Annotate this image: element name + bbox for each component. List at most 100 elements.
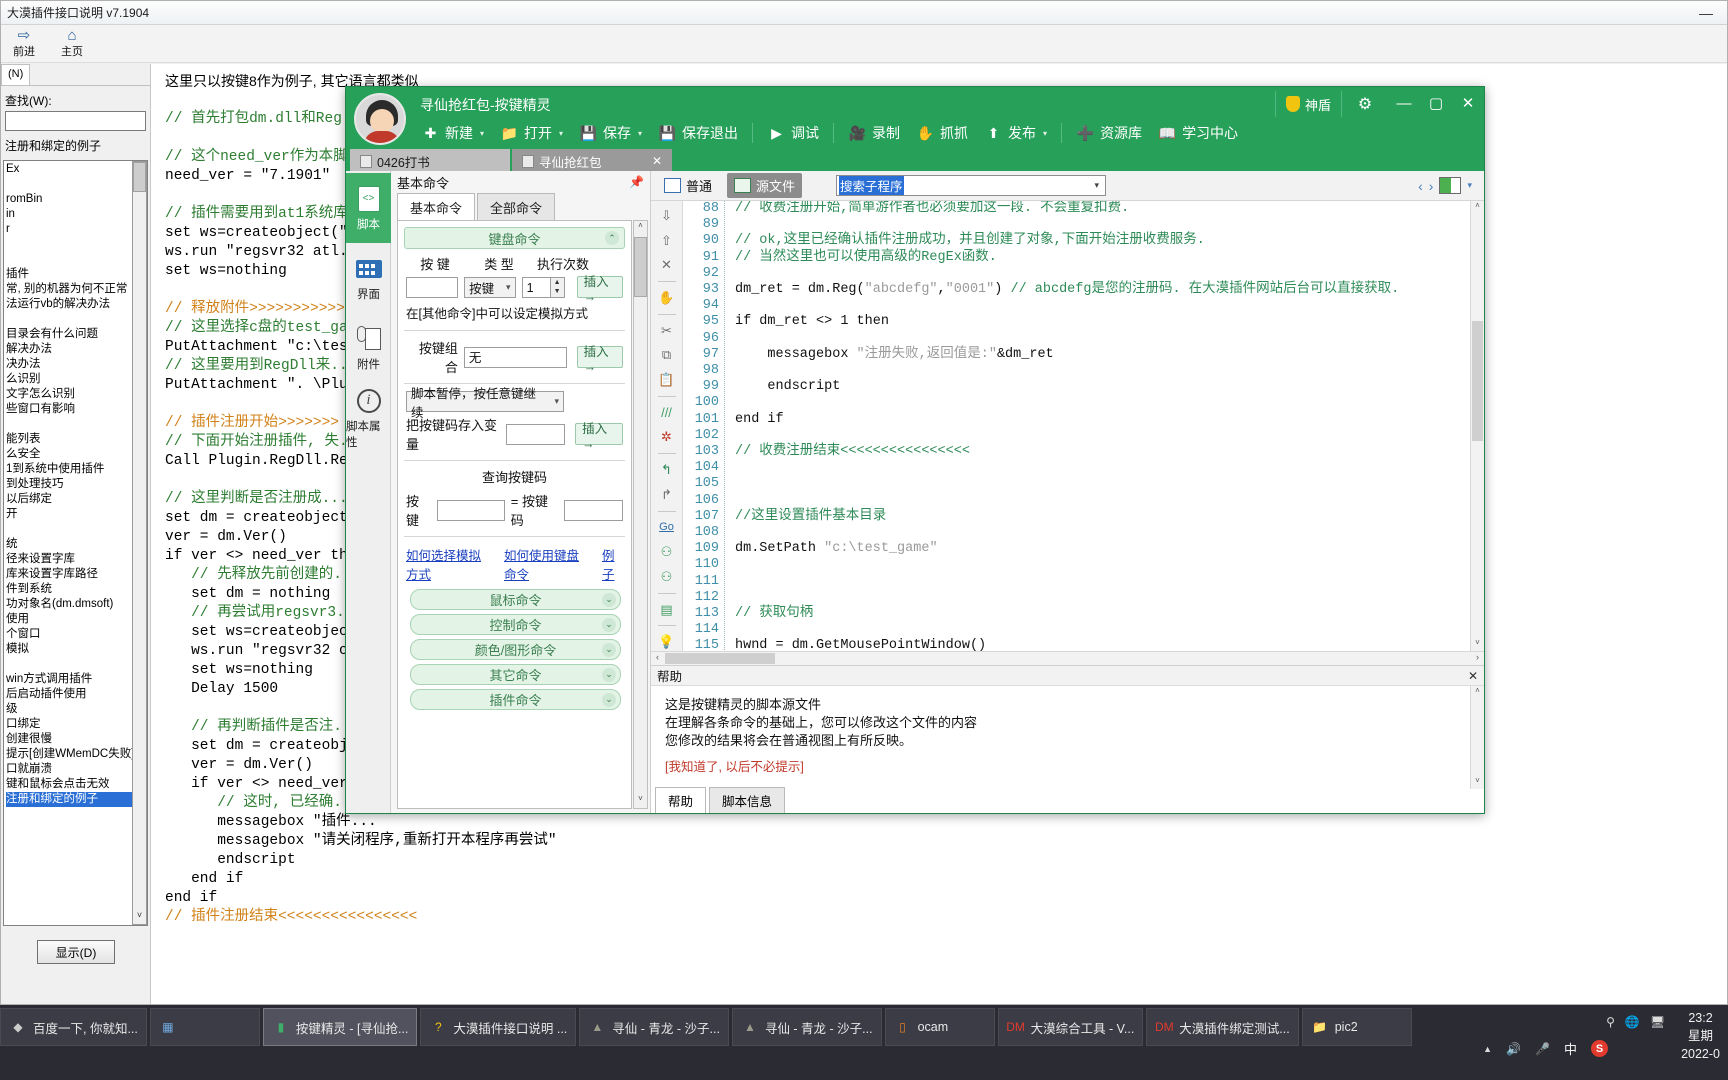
hand-icon[interactable]: ✋ — [656, 289, 678, 307]
code-line[interactable]: // 收费注册开始,简单游作者也必须要加这一段. 不会重复扣费. — [735, 201, 1399, 217]
list-item[interactable]: 注册和绑定的例子 — [6, 792, 145, 807]
chm-search-input[interactable] — [5, 111, 146, 131]
tab-basic-commands[interactable]: 基本命令 — [397, 193, 476, 222]
close-icon[interactable]: ✕ — [1468, 669, 1478, 683]
chm-minimize-button[interactable]: — — [1691, 5, 1721, 21]
insert-pause-button[interactable]: 插入→ — [575, 422, 623, 451]
sidebar-item-script[interactable]: <> 脚本 — [346, 173, 391, 243]
taskbar-item[interactable]: 📁 pic2 — [1301, 1008, 1412, 1046]
list-item[interactable]: 目录会有什么问题 — [6, 327, 145, 342]
view-tab-normal[interactable]: 普通 — [657, 173, 719, 198]
close-icon[interactable]: ✕ — [638, 154, 662, 168]
sogou-ime-icon[interactable]: S — [1591, 1040, 1608, 1057]
taskbar-item[interactable]: ▲ 寻仙 - 青龙 - 沙子... — [731, 1008, 882, 1046]
keyboard-command-group[interactable]: 键盘命令 ⌃ — [404, 227, 625, 249]
taskbar-item[interactable]: DM 大漠综合工具 - V... — [997, 1008, 1144, 1046]
code-line[interactable] — [735, 395, 1399, 411]
list-item[interactable] — [6, 252, 145, 267]
tab-script-info[interactable]: 脚本信息 — [709, 787, 786, 813]
find-next-icon[interactable]: ⚇ — [656, 568, 678, 586]
list-item[interactable]: 统 — [6, 537, 145, 552]
sidebar-item-attachment[interactable]: 附件 — [346, 313, 391, 383]
link-example[interactable]: 例子 — [602, 545, 623, 583]
ime-indicator[interactable]: 中 — [1564, 1039, 1577, 1058]
list-item[interactable] — [6, 237, 145, 252]
usb-icon[interactable]: ⚲ — [1606, 1015, 1615, 1029]
code-line[interactable]: // 获取句柄 — [735, 606, 1399, 622]
query-keycode-output[interactable] — [564, 499, 623, 521]
list-item[interactable] — [6, 177, 145, 192]
chevron-down-icon[interactable]: ˅ — [133, 910, 146, 924]
command-category-button[interactable]: 控制命令 ⌄ — [410, 614, 621, 635]
list-item[interactable]: 库来设置字库路径 — [6, 567, 145, 582]
list-item[interactable]: 模拟 — [6, 642, 145, 657]
query-key-input[interactable] — [436, 499, 505, 521]
close-button[interactable]: ✕ — [1452, 87, 1484, 121]
resource-library-button[interactable]: ➕ 资源库 — [1069, 119, 1149, 147]
chevron-right-icon[interactable]: › — [1471, 652, 1484, 662]
list-item[interactable]: 创建很慢 — [6, 732, 145, 747]
search-subroutine-combo[interactable]: 搜索子程序 ▾ — [836, 175, 1107, 196]
chevron-down-icon[interactable]: ⌄ — [602, 642, 616, 657]
code-line[interactable] — [735, 493, 1399, 509]
insert-combo-button[interactable]: 插入→ — [576, 345, 623, 374]
list-item[interactable]: 口绑定 — [6, 717, 145, 732]
list-item[interactable]: 么安全 — [6, 447, 145, 462]
tab-all-commands[interactable]: 全部命令 — [477, 193, 556, 222]
redo-icon[interactable]: ↱ — [656, 486, 678, 504]
gear-icon[interactable]: ⚙ — [1342, 94, 1388, 114]
network-globe-icon[interactable]: 🌐 — [1625, 1015, 1640, 1029]
minimize-button[interactable]: — — [1388, 87, 1420, 121]
taskbar-item[interactable]: ▮ 按键精灵 - [寻仙抢... — [262, 1008, 418, 1046]
document-tab[interactable]: 0426打书 — [350, 149, 510, 173]
list-item[interactable]: win方式调用插件 — [6, 672, 145, 687]
pause-select[interactable]: 脚本暂停，按任意键继续 ▾ — [406, 387, 564, 420]
microphone-icon[interactable]: 🎤 — [1535, 1042, 1550, 1056]
code-text[interactable]: // 收费注册开始,简单游作者也必须要加这一段. 不会重复扣费. // ok,这… — [725, 201, 1399, 651]
stepper-down-icon[interactable]: ▼ — [551, 287, 564, 297]
list-item[interactable]: 级 — [6, 702, 145, 717]
code-line[interactable] — [735, 363, 1399, 379]
list-item[interactable]: 个窗口 — [6, 627, 145, 642]
chevron-down-icon[interactable]: ▾ — [1467, 180, 1472, 191]
list-item[interactable]: in — [6, 207, 145, 222]
list-item[interactable]: 件到系统 — [6, 582, 145, 597]
chevron-down-icon[interactable]: ˅ — [634, 794, 647, 808]
help-dismiss-link[interactable]: [我知道了, 以后不必提示] — [665, 758, 1470, 776]
nav-prev-button[interactable]: ‹ — [1418, 178, 1423, 194]
hint-icon[interactable]: 💡 — [656, 633, 678, 651]
code-line[interactable]: // 当然这里也可以使用高级的RegEx函数. — [735, 250, 1399, 266]
code-line[interactable]: // 收费注册结束<<<<<<<<<<<<<<<< — [735, 444, 1399, 460]
chevron-down-icon[interactable]: ▾ — [1043, 129, 1047, 138]
list-icon[interactable]: ▤ — [656, 601, 678, 619]
clock[interactable]: 23:2 星期 2022-0 — [1681, 1009, 1720, 1063]
find-icon[interactable]: ⚇ — [656, 543, 678, 561]
taskbar-item[interactable]: DM 大漠插件绑定测试... — [1146, 1008, 1299, 1046]
shield-button[interactable]: 神盾 — [1274, 91, 1342, 117]
list-item[interactable]: 些窗口有影响 — [6, 402, 145, 417]
scrollbar-thumb[interactable] — [665, 653, 775, 664]
list-item[interactable] — [6, 312, 145, 327]
monitor-icon[interactable]: 🖥 — [1650, 1015, 1665, 1029]
chevron-down-icon[interactable]: ⌄ — [602, 592, 616, 607]
list-item[interactable]: 常, 别的机器为何不正常 — [6, 282, 145, 297]
chm-tab-index[interactable]: (N) — [1, 64, 31, 85]
code-line[interactable] — [735, 460, 1399, 476]
command-panel-scrollbar[interactable]: ˄ ˅ — [633, 220, 648, 809]
list-item[interactable] — [6, 417, 145, 432]
split-view-icon[interactable] — [1439, 177, 1462, 194]
volume-icon[interactable]: 🔊 — [1506, 1042, 1521, 1056]
move-down-icon[interactable]: ⇩ — [656, 207, 678, 225]
chm-topic-list[interactable]: Ex romBin in r 插件 常, 别的机器为何不正常 法运行vb的解决办法 目录… — [3, 160, 148, 926]
code-line[interactable]: hwnd = dm.GetMousePointWindow() — [735, 638, 1399, 651]
pin-icon[interactable]: 📌 — [629, 175, 644, 189]
list-item[interactable]: 法运行vb的解决办法 — [6, 297, 145, 312]
maximize-button[interactable]: ▢ — [1420, 87, 1452, 121]
avatar[interactable] — [354, 93, 406, 145]
command-category-button[interactable]: 鼠标命令 ⌄ — [410, 589, 621, 610]
code-line[interactable]: dm_ret = dm.Reg("abcdefg","0001") // abc… — [735, 282, 1399, 298]
list-item[interactable]: 提示[创建WMemDC失败] — [6, 747, 145, 762]
code-line[interactable]: if dm_ret <> 1 then — [735, 314, 1399, 330]
tab-help[interactable]: 帮助 — [655, 787, 707, 813]
chevron-down-icon[interactable]: ⌄ — [602, 617, 616, 632]
